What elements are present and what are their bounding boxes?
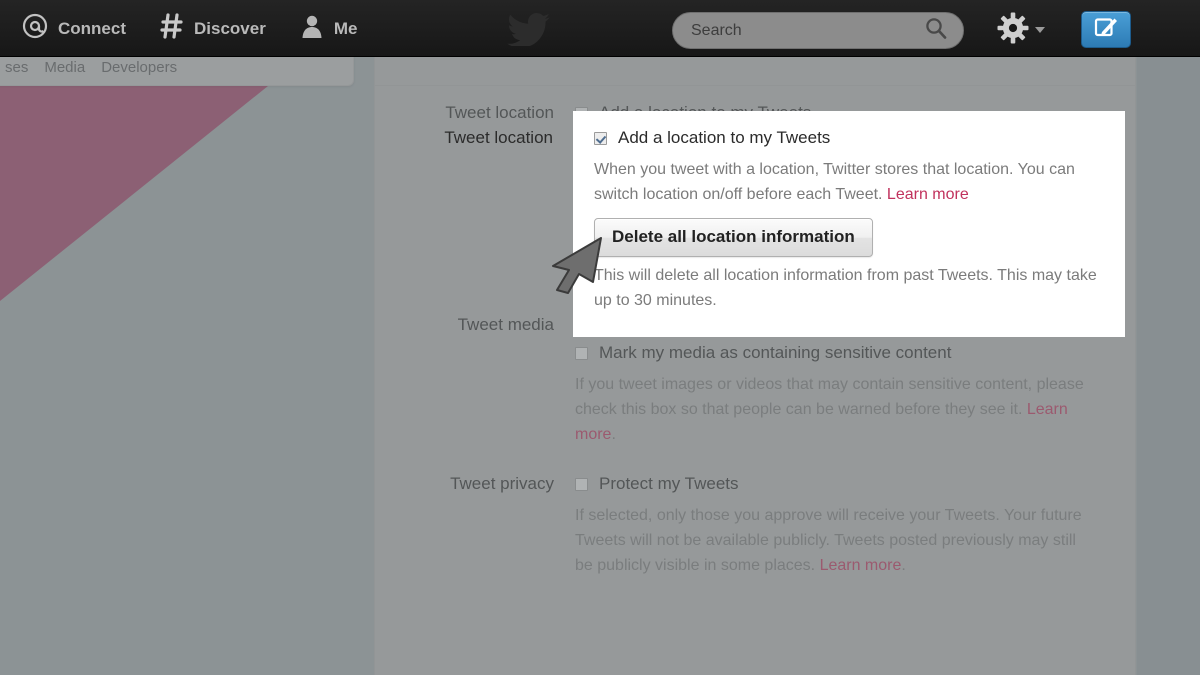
person-icon bbox=[300, 13, 324, 44]
help-text-tweet-location-1-highlighted: When you tweet with a location, Twitter … bbox=[594, 157, 1111, 207]
nav-item-discover[interactable]: Discover bbox=[156, 13, 270, 44]
setting-label-tweet-media: Tweet media bbox=[457, 315, 554, 334]
search-icon[interactable] bbox=[925, 17, 947, 44]
spotlight-tweet-location-row: Add a location to my Tweets When you twe… bbox=[573, 111, 1125, 313]
help-text-tweet-privacy: If selected, only those you approve will… bbox=[575, 503, 1090, 578]
checkbox-label-protect-my-tweets: Protect my Tweets bbox=[599, 474, 739, 493]
subnav-item-developers[interactable]: Developers bbox=[101, 59, 177, 76]
checkbox-row-mark-sensitive[interactable]: Mark my media as containing sensitive co… bbox=[575, 340, 1115, 366]
help-text-tweet-media: If you tweet images or videos that may c… bbox=[575, 372, 1090, 447]
checkbox-protect-my-tweets[interactable] bbox=[575, 478, 588, 491]
nav-item-connect[interactable]: Connect bbox=[18, 13, 130, 44]
learn-more-link-location-highlighted[interactable]: Learn more bbox=[887, 186, 969, 203]
help-text-tweet-media-body: If you tweet images or videos that may c… bbox=[575, 376, 1084, 418]
top-navigation-bar: Connect Discover Me bbox=[0, 0, 1200, 57]
hash-icon bbox=[160, 13, 184, 44]
nav-item-me[interactable]: Me bbox=[296, 13, 362, 44]
highlighted-tweet-location-panel: Add a location to my Tweets When you twe… bbox=[573, 111, 1125, 337]
spotlight-inner: Add a location to my Tweets When you twe… bbox=[573, 111, 1125, 337]
setting-row-tweet-privacy: Tweet privacy Protect my Tweets If selec… bbox=[375, 457, 1135, 588]
checkbox-label-mark-sensitive-media: Mark my media as containing sensitive co… bbox=[599, 343, 952, 362]
settings-page: ses Media Developers Tweet location Add … bbox=[0, 0, 1200, 675]
at-icon bbox=[22, 13, 48, 44]
search-box[interactable] bbox=[672, 12, 964, 49]
search-input[interactable] bbox=[673, 21, 925, 40]
checkbox-add-location-highlighted[interactable] bbox=[594, 132, 607, 145]
compose-tweet-button[interactable] bbox=[1081, 11, 1131, 48]
profile-banner bbox=[0, 86, 374, 675]
gear-icon[interactable] bbox=[997, 12, 1029, 49]
subnav-item-media[interactable]: Media bbox=[44, 59, 85, 76]
help-text-loc1-body-hl: When you tweet with a location, Twitter … bbox=[594, 161, 1075, 203]
primary-nav: Connect Discover Me bbox=[18, 0, 361, 57]
compose-tweet-icon bbox=[1093, 14, 1119, 45]
nav-label-me: Me bbox=[333, 18, 358, 38]
subnav-item-0[interactable]: ses bbox=[5, 59, 28, 76]
nav-label-discover: Discover bbox=[194, 18, 266, 38]
right-gutter bbox=[1137, 49, 1200, 675]
learn-more-link-privacy[interactable]: Learn more bbox=[820, 557, 902, 574]
setting-body-tweet-privacy: Protect my Tweets If selected, only thos… bbox=[575, 471, 1135, 578]
delete-all-location-information-button-highlighted[interactable]: Delete all location information bbox=[594, 218, 873, 257]
chevron-down-icon[interactable] bbox=[1035, 27, 1045, 33]
setting-label-tweet-privacy: Tweet privacy bbox=[450, 474, 554, 493]
help-text-tweet-media-tail: . bbox=[611, 426, 616, 443]
help-text-tweet-privacy-tail: . bbox=[901, 557, 906, 574]
spotlight-tweet-location-body: Add a location to my Tweets When you twe… bbox=[573, 125, 1125, 313]
checkbox-label-add-location-highlighted: Add a location to my Tweets bbox=[618, 128, 831, 147]
twitter-bird-icon[interactable] bbox=[505, 12, 553, 48]
setting-label-tweet-location-overlay: Tweet location bbox=[444, 128, 553, 147]
checkbox-row-protect-tweets[interactable]: Protect my Tweets bbox=[575, 471, 1115, 497]
nav-label-connect: Connect bbox=[58, 18, 126, 38]
checkbox-row-add-location-highlighted[interactable]: Add a location to my Tweets bbox=[594, 125, 1125, 151]
help-text-tweet-location-2-highlighted: This will delete all location informatio… bbox=[594, 267, 1097, 309]
settings-menu-button[interactable] bbox=[997, 12, 1045, 49]
banner-diagonal-shape bbox=[0, 86, 268, 301]
checkbox-mark-sensitive-media[interactable] bbox=[575, 347, 588, 360]
